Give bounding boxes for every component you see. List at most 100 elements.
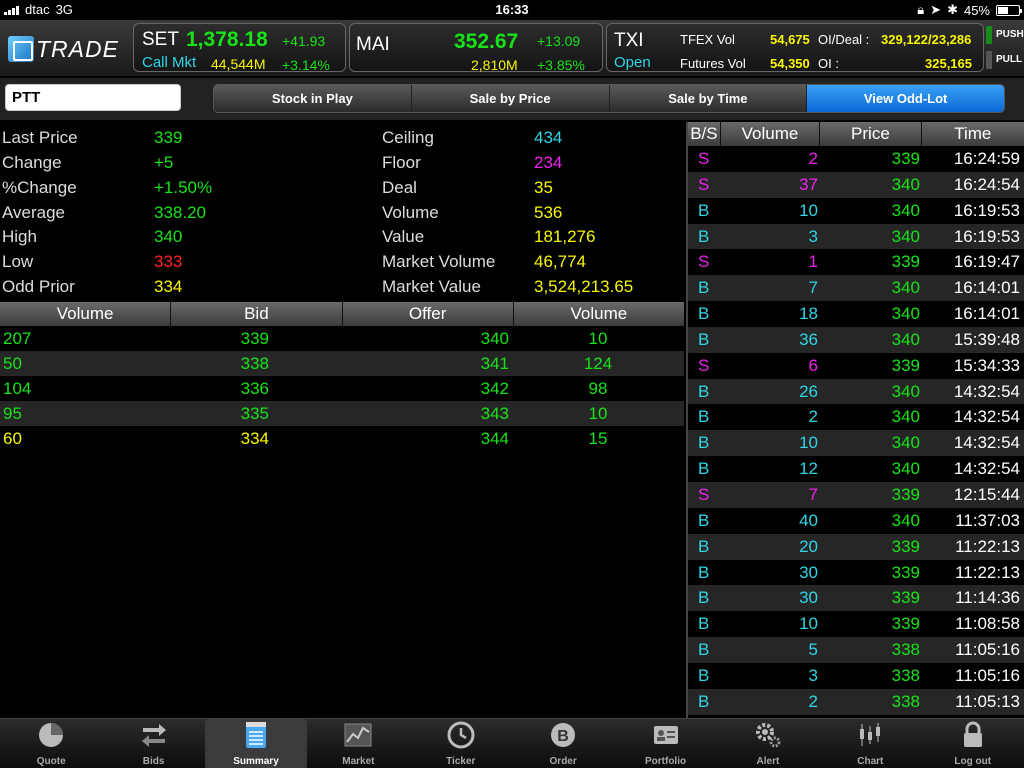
info-value: 46,774 — [534, 252, 586, 271]
tab-bids[interactable]: Bids — [102, 719, 204, 768]
trade-price: 340 — [891, 459, 920, 479]
trade-time: 14:32:54 — [953, 459, 1020, 479]
trade-volume: 30 — [799, 562, 818, 582]
line-chart-icon — [343, 720, 373, 756]
offer-volume: 15 — [588, 429, 608, 448]
trade-time: 11:05:13 — [955, 691, 1020, 711]
trade-volume: 1 — [808, 252, 818, 272]
tab-stock-in-play[interactable]: Stock in Play — [214, 85, 412, 112]
mai-change: +13.09 — [537, 33, 581, 49]
trade-price: 339 — [891, 252, 920, 272]
bid-offer-row[interactable]: 50 338 341 124 — [0, 351, 684, 376]
ticker-row[interactable]: B 18 340 16:14:01 — [688, 301, 1024, 327]
push-toggle[interactable]: PUSH — [986, 22, 1024, 47]
ticker-row[interactable]: B 3 340 16:19:53 — [688, 223, 1024, 250]
trade-price: 339 — [891, 484, 920, 504]
tab-label: Market — [342, 756, 375, 767]
trade-price: 340 — [891, 174, 920, 194]
ticker-row[interactable]: B 30 339 11:14:36 — [688, 585, 1024, 612]
ticker-row[interactable]: S 1 339 16:19:47 — [688, 249, 1024, 275]
tab-quote[interactable]: Quote — [0, 719, 102, 768]
trade-price: 338 — [891, 665, 920, 685]
trade-side: B — [698, 536, 710, 556]
bid-offer-row[interactable]: 95 335 343 10 — [0, 401, 684, 426]
info-label: Value — [382, 227, 425, 246]
trade-side: B — [698, 562, 710, 582]
trade-time: 14:32:54 — [953, 407, 1020, 427]
ticker-row[interactable]: B 10 340 14:32:54 — [688, 430, 1024, 457]
ticker-row[interactable]: B 10 340 16:19:53 — [688, 198, 1024, 224]
ticker-row[interactable]: B 3 338 11:05:16 — [688, 663, 1024, 689]
trade-volume: 7 — [808, 278, 818, 298]
ticker-row[interactable]: B 30 339 11:22:13 — [688, 560, 1024, 586]
trade-time: 15:34:33 — [953, 355, 1020, 375]
ticker-row[interactable]: B 5 338 11:05:16 — [688, 637, 1024, 663]
tab-order[interactable]: B Order — [512, 719, 614, 768]
trade-side: S — [698, 149, 710, 168]
trade-volume: 6 — [808, 355, 818, 375]
bid-offer-row[interactable]: 104 336 342 98 — [0, 376, 684, 401]
ticker-row[interactable]: B 7 340 16:14:01 — [688, 275, 1024, 302]
time-header: Time — [921, 122, 1024, 146]
info-value: +1.50% — [154, 178, 213, 197]
tab-alert[interactable]: Alert — [717, 719, 819, 768]
ticker-row[interactable]: S 6 339 15:34:33 — [688, 353, 1024, 379]
tab-view-odd-lot[interactable]: View Odd-Lot — [807, 85, 1004, 112]
tab-market[interactable]: Market — [307, 719, 409, 768]
ticker-row[interactable]: S 37 340 16:24:54 — [688, 171, 1024, 198]
bid-volume: 60 — [3, 429, 22, 448]
stock-info-panel: Last Price 339 Change +5 %Change +1.50% Averag… — [0, 124, 684, 300]
clock-icon — [446, 720, 476, 756]
trade-time: 11:37:03 — [955, 510, 1020, 530]
battery-icon — [996, 4, 1022, 16]
bid-offer-row[interactable]: 207 339 340 10 — [0, 326, 684, 351]
tab-ticker[interactable]: Ticker — [410, 719, 512, 768]
ticker-row[interactable]: B 10 339 11:08:58 — [688, 611, 1024, 637]
trade-volume: 7 — [808, 484, 818, 504]
ticker-row[interactable]: B 12 340 14:32:54 — [688, 456, 1024, 482]
ticker-row[interactable]: B 20 339 11:22:13 — [688, 533, 1024, 560]
bid-volume: 50 — [3, 354, 22, 373]
ticker-header: B/S Volume Price Time — [688, 122, 1024, 146]
trade-side: B — [698, 433, 710, 453]
info-value: +5 — [154, 153, 174, 172]
clock: 16:33 — [495, 2, 529, 17]
tab-sale-by-time[interactable]: Sale by Time — [609, 85, 808, 112]
bid-price: 338 — [240, 354, 269, 373]
pull-toggle[interactable]: PULL — [986, 47, 1024, 72]
ticker-row[interactable]: S 7 339 12:15:44 — [688, 481, 1024, 508]
ticker-row[interactable]: B 26 340 14:32:54 — [688, 378, 1024, 405]
tab-log-out[interactable]: Log out — [922, 719, 1024, 768]
set-index: 1,378.18 — [186, 28, 268, 51]
ticker-row[interactable]: B 36 340 15:39:48 — [688, 326, 1024, 353]
ticker-row[interactable]: B 40 340 11:37:03 — [688, 508, 1024, 534]
tab-label: Portfolio — [644, 756, 687, 767]
set-change: +41.93 — [282, 33, 326, 49]
ticker-row[interactable]: S 2 339 16:24:59 — [688, 146, 1024, 172]
ticker-row[interactable]: B 2 338 11:05:13 — [688, 688, 1024, 715]
offer-volume: 10 — [588, 404, 608, 423]
info-value: 35 — [534, 178, 553, 197]
trade-side: B — [698, 640, 710, 660]
tab-label: Order — [549, 756, 577, 767]
futures-vol: 54,350 — [770, 56, 810, 71]
info-label: Change — [2, 153, 62, 172]
set-index-box[interactable]: SET 1,378.18 +41.93 Call Mkt 44,544M +3.… — [133, 23, 346, 73]
ticker-row[interactable]: B 2 340 14:32:54 — [688, 404, 1024, 430]
tab-label: Quote — [36, 756, 66, 767]
trade-price: 340 — [891, 407, 920, 427]
mai-index-box[interactable]: MAI 352.67 +13.09 2,810M +3.85% — [349, 23, 603, 73]
bid-offer-row[interactable]: 60 334 344 15 — [0, 426, 684, 451]
push-pull-indicator: PUSH PULL — [986, 22, 1024, 72]
svg-text:B: B — [557, 728, 569, 745]
trade-volume: 10 — [799, 614, 818, 634]
trade-side: B — [698, 200, 710, 220]
symbol-input[interactable] — [5, 84, 181, 111]
txi-box[interactable]: TXI Open TFEX Vol 54,675 OI/Deal : 329,1… — [606, 23, 984, 72]
offer-price: 343 — [480, 404, 509, 423]
tab-chart[interactable]: Chart — [819, 719, 921, 768]
tab-sale-by-price[interactable]: Sale by Price — [411, 85, 610, 112]
tab-summary[interactable]: Summary — [204, 719, 308, 768]
tab-portfolio[interactable]: Portfolio — [614, 719, 716, 768]
trade-side: S — [698, 174, 710, 194]
